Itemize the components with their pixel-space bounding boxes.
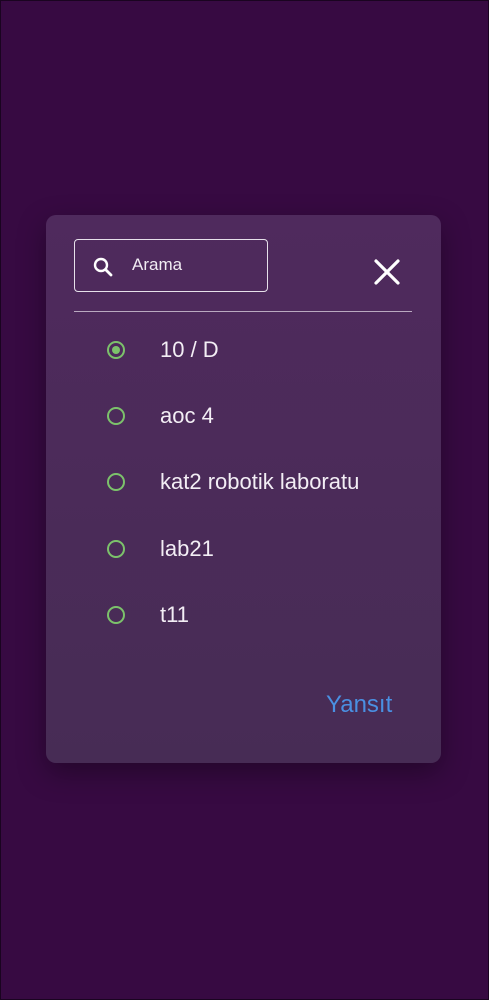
radio-checked[interactable] xyxy=(107,341,125,359)
apply-button[interactable]: Yansıt xyxy=(326,691,392,719)
radio-unchecked[interactable] xyxy=(107,473,125,491)
option-label: t11 xyxy=(160,602,189,627)
radio-unchecked[interactable] xyxy=(107,407,125,425)
radio-unchecked[interactable] xyxy=(107,540,125,558)
option-label: kat2 robotik laboratu xyxy=(160,469,360,494)
selection-dialog: Arama 10 / D aoc 4 kat2 robotik laboratu… xyxy=(46,215,441,763)
option-label: lab21 xyxy=(160,536,214,561)
option-item[interactable]: aoc 4 xyxy=(104,398,424,438)
search-icon xyxy=(93,257,113,277)
option-item[interactable]: lab21 xyxy=(104,531,424,571)
radio-unchecked[interactable] xyxy=(107,606,125,624)
option-label: aoc 4 xyxy=(160,403,214,428)
divider xyxy=(74,311,412,312)
close-icon[interactable] xyxy=(372,257,402,287)
option-item[interactable]: 10 / D xyxy=(104,332,424,372)
option-label: 10 / D xyxy=(160,337,219,362)
search-input[interactable]: Arama xyxy=(74,239,268,292)
search-placeholder: Arama xyxy=(132,255,183,274)
option-item[interactable]: t11 xyxy=(104,597,424,637)
option-item[interactable]: kat2 robotik laboratu xyxy=(104,464,424,504)
